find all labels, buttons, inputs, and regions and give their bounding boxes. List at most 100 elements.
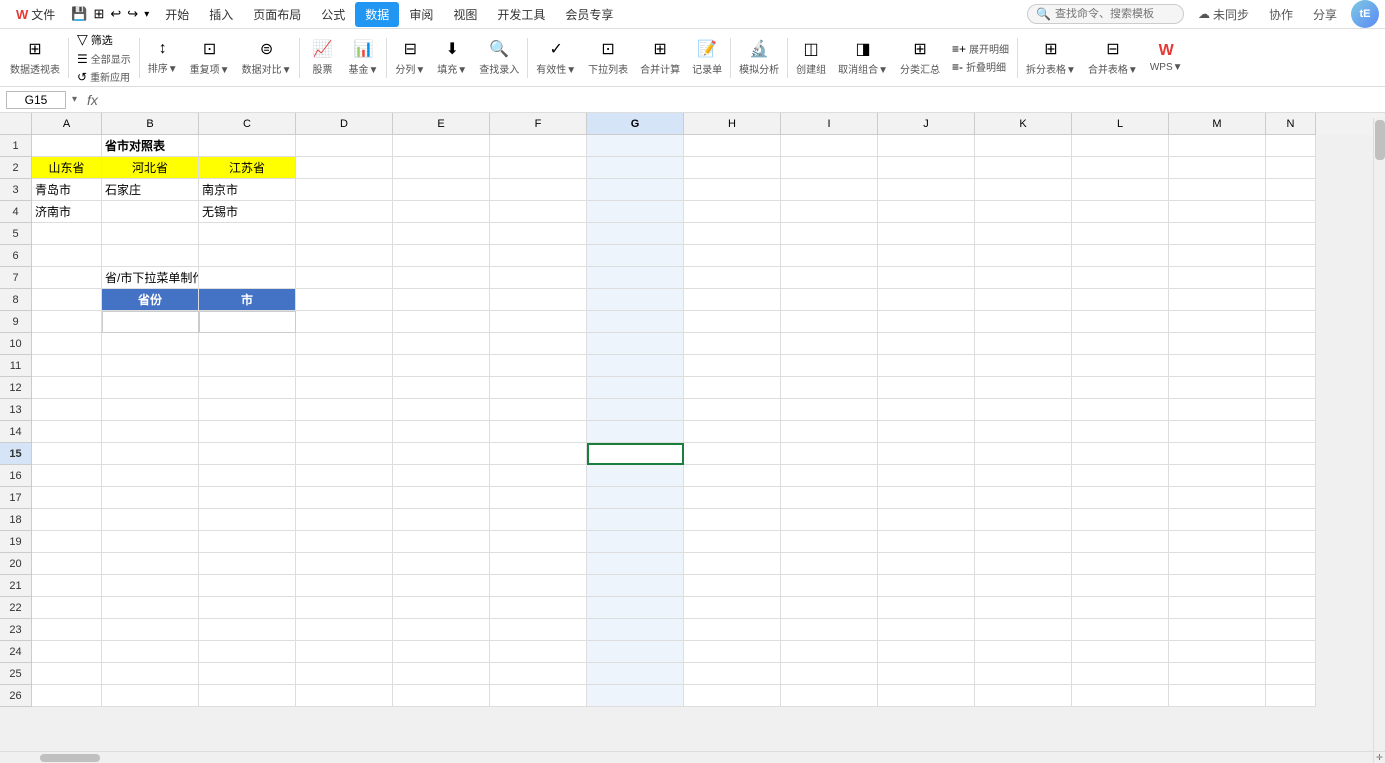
cell-j3[interactable] — [878, 179, 975, 201]
cell-e4[interactable] — [393, 201, 490, 223]
cell-m6[interactable] — [1169, 245, 1266, 267]
cell-k9[interactable] — [975, 311, 1072, 333]
cell-j9[interactable] — [878, 311, 975, 333]
cell-g1[interactable] — [587, 135, 684, 157]
cell-b9[interactable] — [102, 311, 199, 333]
cell-b2[interactable]: 河北省 — [102, 157, 199, 179]
cell-m1[interactable] — [1169, 135, 1266, 157]
toolbar-split-table[interactable]: ⊞ 拆分表格▼ — [1022, 37, 1080, 78]
cell-g7[interactable] — [587, 267, 684, 289]
menu-dev[interactable]: 开发工具 — [487, 2, 555, 27]
cell-d2[interactable] — [296, 157, 393, 179]
toolbar-split-col[interactable]: ⊟ 分列▼ — [391, 37, 429, 78]
cell-n12[interactable] — [1266, 377, 1316, 399]
cell-l13[interactable] — [1072, 399, 1169, 421]
cell-i3[interactable] — [781, 179, 878, 201]
cell-n15[interactable] — [1266, 443, 1316, 465]
toolbar-reapply[interactable]: ↺ 重新应用 — [73, 68, 135, 85]
cell-a11[interactable] — [32, 355, 102, 377]
col-header-a[interactable]: A — [32, 113, 102, 135]
cell-i6[interactable] — [781, 245, 878, 267]
cell-l8[interactable] — [1072, 289, 1169, 311]
toolbar-record[interactable]: 📝 记录单 — [688, 37, 726, 78]
col-header-g[interactable]: G — [587, 113, 684, 135]
cell-ref-input[interactable] — [6, 91, 66, 109]
cell-c14[interactable] — [199, 421, 296, 443]
toolbar-wps[interactable]: W WPS▼ — [1146, 40, 1187, 75]
toolbar-lookup[interactable]: 🔍 查找录入 — [475, 37, 523, 78]
cell-l7[interactable] — [1072, 267, 1169, 289]
cell-e11[interactable] — [393, 355, 490, 377]
cell-j15[interactable] — [878, 443, 975, 465]
cell-d14[interactable] — [296, 421, 393, 443]
toolbar-ungroup[interactable]: ◨ 取消组合▼ — [834, 37, 892, 78]
toolbar-sort[interactable]: ↕ 排序▼ — [144, 38, 182, 77]
cell-d11[interactable] — [296, 355, 393, 377]
cell-n3[interactable] — [1266, 179, 1316, 201]
cell-g13[interactable] — [587, 399, 684, 421]
cell-a6[interactable] — [32, 245, 102, 267]
cell-e15[interactable] — [393, 443, 490, 465]
coop-btn[interactable]: 协作 — [1263, 4, 1299, 25]
cell-a4[interactable]: 济南市 — [32, 201, 102, 223]
col-header-d[interactable]: D — [296, 113, 393, 135]
cell-f15[interactable] — [490, 443, 587, 465]
cell-n10[interactable] — [1266, 333, 1316, 355]
cell-j12[interactable] — [878, 377, 975, 399]
menu-data[interactable]: 数据 — [355, 2, 399, 27]
toolbar-filter[interactable]: ▽ 筛选 — [73, 30, 135, 49]
cell-c10[interactable] — [199, 333, 296, 355]
more-quick-icon[interactable]: ▾ — [142, 7, 151, 22]
cell-f6[interactable] — [490, 245, 587, 267]
cell-a15[interactable] — [32, 443, 102, 465]
cell-n4[interactable] — [1266, 201, 1316, 223]
cell-k11[interactable] — [975, 355, 1072, 377]
cell-m3[interactable] — [1169, 179, 1266, 201]
cell-b1[interactable]: 省市对照表 — [102, 135, 199, 157]
cell-g9[interactable] — [587, 311, 684, 333]
cell-d8[interactable] — [296, 289, 393, 311]
cell-i5[interactable] — [781, 223, 878, 245]
cell-k12[interactable] — [975, 377, 1072, 399]
cell-i8[interactable] — [781, 289, 878, 311]
cell-e10[interactable] — [393, 333, 490, 355]
cell-m5[interactable] — [1169, 223, 1266, 245]
cell-k4[interactable] — [975, 201, 1072, 223]
cell-m7[interactable] — [1169, 267, 1266, 289]
cell-h10[interactable] — [684, 333, 781, 355]
cell-n9[interactable] — [1266, 311, 1316, 333]
cell-k5[interactable] — [975, 223, 1072, 245]
cell-c6[interactable] — [199, 245, 296, 267]
cell-e2[interactable] — [393, 157, 490, 179]
cell-f3[interactable] — [490, 179, 587, 201]
cell-i10[interactable] — [781, 333, 878, 355]
cell-n8[interactable] — [1266, 289, 1316, 311]
cell-i1[interactable] — [781, 135, 878, 157]
cell-a13[interactable] — [32, 399, 102, 421]
cell-e12[interactable] — [393, 377, 490, 399]
cell-f2[interactable] — [490, 157, 587, 179]
toolbar-collapse[interactable]: ≡- 折叠明细 — [948, 58, 1013, 75]
cell-j2[interactable] — [878, 157, 975, 179]
menu-charu[interactable]: 插入 — [199, 2, 243, 27]
toolbar-dup[interactable]: ⊡ 重复项▼ — [186, 37, 234, 78]
table-icon[interactable]: ⊞ — [91, 4, 106, 24]
cell-h7[interactable] — [684, 267, 781, 289]
cell-l15[interactable] — [1072, 443, 1169, 465]
cell-k10[interactable] — [975, 333, 1072, 355]
cell-h15[interactable] — [684, 443, 781, 465]
toolbar-subtotal[interactable]: ⊞ 分类汇总 — [896, 37, 944, 78]
cell-l6[interactable] — [1072, 245, 1169, 267]
toolbar-merge-table[interactable]: ⊟ 合并表格▼ — [1084, 37, 1142, 78]
cell-f7[interactable] — [490, 267, 587, 289]
toolbar-group-btn[interactable]: ◫ 创建组 — [792, 37, 830, 78]
cell-h4[interactable] — [684, 201, 781, 223]
cell-h3[interactable] — [684, 179, 781, 201]
cell-g5[interactable] — [587, 223, 684, 245]
undo2-icon[interactable]: ↪ — [125, 4, 140, 24]
col-header-l[interactable]: L — [1072, 113, 1169, 135]
cell-g14[interactable] — [587, 421, 684, 443]
cell-e14[interactable] — [393, 421, 490, 443]
menu-review[interactable]: 审阅 — [399, 2, 443, 27]
cell-d4[interactable] — [296, 201, 393, 223]
